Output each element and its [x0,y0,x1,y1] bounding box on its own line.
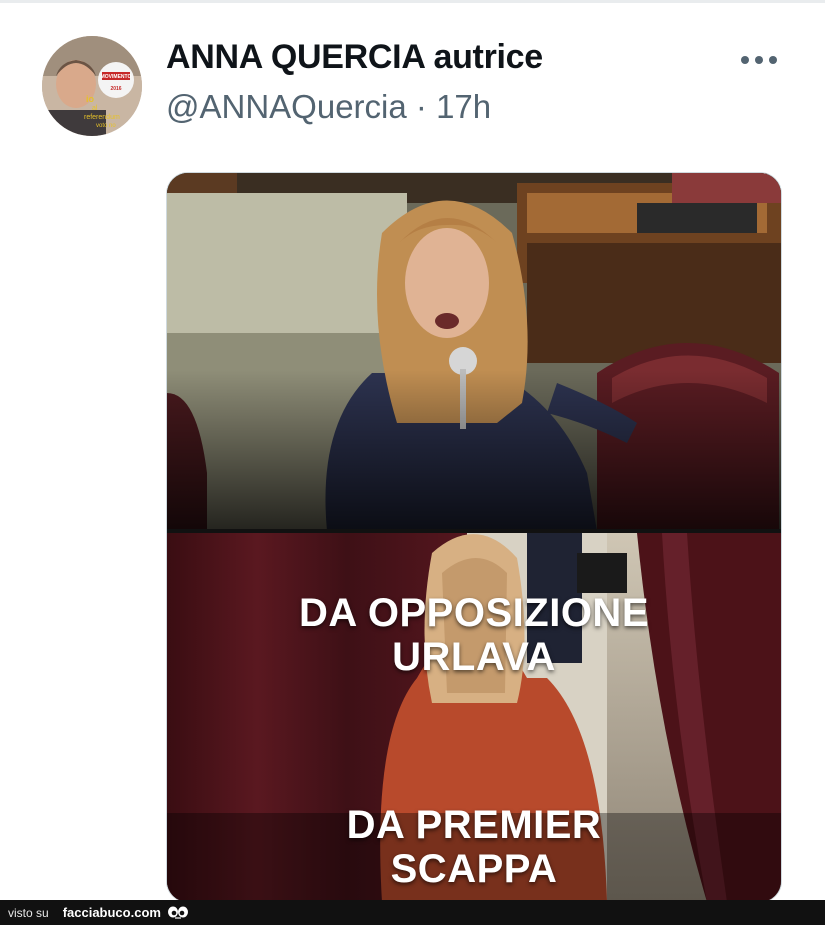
avatar-overlay-line3: referendum [84,114,120,121]
avatar-overlay-line2: al [92,105,98,112]
footer-visto-label: visto su [8,905,49,920]
separator-dot: · [415,88,427,125]
media-scene [167,173,781,902]
top-divider [0,0,825,3]
caption-bottom-line2: SCAPPA [390,847,558,891]
footer-brand[interactable]: facciabuco.com [63,905,161,920]
handle-row: @ANNAQuercia · 17h [166,88,491,126]
more-button[interactable] [737,47,781,73]
avatar-overlay-line4: voto no [96,123,116,129]
timestamp[interactable]: 17h [436,88,491,125]
caption-top-line1: DA OPPOSIZIONE [298,591,649,635]
avatar-image: MOVIMENTO 2016 io al referendum voto no [42,36,142,136]
caption-top-line2: URLAVA [392,635,556,679]
display-name[interactable]: ANNA QUERCIA autrice [166,38,543,77]
caption-bottom-line1: DA PREMIER [346,803,602,847]
tweet-media-image[interactable]: DA OPPOSIZIONE URLAVA DA PREMIER SCAPPA [166,172,782,903]
footer-bar: visto su facciabuco.com [0,900,825,925]
more-horizontal-icon [741,56,777,64]
avatar-badge-year: 2016 [110,86,121,92]
avatar-overlay-line1: io [86,94,95,104]
handle[interactable]: @ANNAQuercia [166,88,407,125]
eyes-icon [167,906,189,920]
avatar[interactable]: MOVIMENTO 2016 io al referendum voto no [42,36,142,136]
caption-top: DA OPPOSIZIONE URLAVA [167,591,781,679]
caption-bottom: DA PREMIER SCAPPA [167,803,781,891]
avatar-badge-text: MOVIMENTO [101,74,132,80]
